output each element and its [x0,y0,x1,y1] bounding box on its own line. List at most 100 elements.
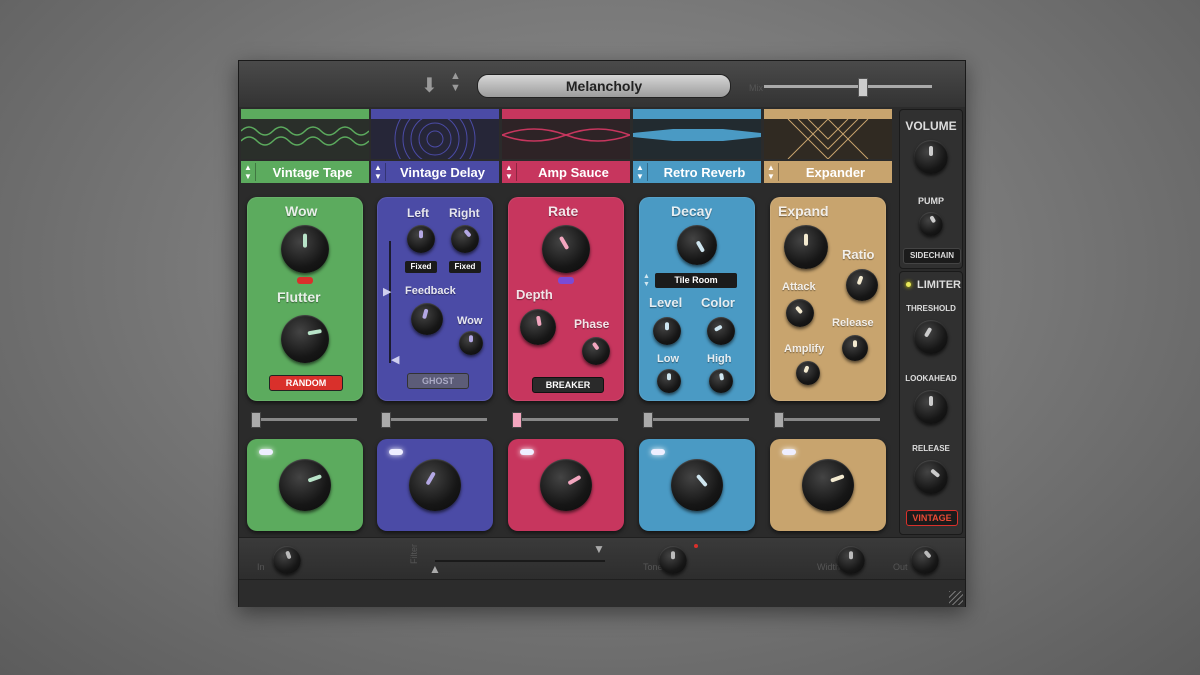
threshold-knob[interactable] [914,320,948,354]
breaker-button[interactable]: BREAKER [532,377,604,393]
slider-thumb[interactable] [381,412,391,428]
module-header[interactable]: ▲ ▼ Vintage Tape [241,161,369,183]
room-selector[interactable]: Tile Room [655,273,737,288]
module-slider[interactable] [643,412,749,428]
module-bottom-panel [770,439,886,531]
pump-knob[interactable] [919,212,943,236]
volume-section: VOLUME PUMP SIDECHAIN [899,109,963,269]
release-label: Release [832,317,874,329]
reorder-arrows-icon[interactable]: ▲ ▼ [764,163,779,181]
slider-thumb[interactable] [774,412,784,428]
reorder-arrows-icon[interactable]: ▲ ▼ [241,163,256,181]
resize-handle-icon[interactable] [949,591,963,605]
knob-indicator [425,471,436,486]
preset-nav-arrows[interactable]: ▲ ▼ [450,70,461,94]
module-header[interactable]: ▲ ▼ Vintage Delay [371,161,499,183]
knob-indicator [713,324,723,332]
volume-knob[interactable] [914,140,948,174]
filter-range-slider[interactable] [435,560,605,562]
preset-next-icon[interactable]: ▼ [450,82,461,94]
preset-selector[interactable]: Melancholy [477,74,731,98]
attack-knob[interactable] [786,299,814,327]
width-knob[interactable] [837,546,865,574]
module-mix-knob[interactable] [540,459,592,511]
wow-knob[interactable] [281,225,329,273]
knob-indicator [794,305,804,315]
slider-thumb[interactable] [643,412,653,428]
led-indicator [259,449,273,455]
room-arrows-icon[interactable]: ▲ ▼ [643,273,650,289]
lookahead-knob[interactable] [914,390,948,424]
phase-knob[interactable] [582,337,610,365]
module-slider[interactable] [251,412,357,428]
reorder-arrows-icon[interactable]: ▲ ▼ [633,163,648,181]
module-slider[interactable] [774,412,880,428]
expand-knob[interactable] [784,225,828,269]
module-mix-knob[interactable] [279,459,331,511]
slider-thumb[interactable] [512,412,522,428]
color-knob[interactable] [707,317,735,345]
module-header[interactable]: ▲ ▼ Retro Reverb [633,161,761,183]
ratio-knob[interactable] [846,269,878,301]
module-header[interactable]: ▲ ▼ Amp Sauce [502,161,630,183]
download-icon[interactable]: ⬇ [421,73,438,98]
feedback-slider-track[interactable] [389,241,391,363]
release-knob[interactable] [842,335,868,361]
reorder-arrows-icon[interactable]: ▲ ▼ [371,163,386,181]
amplify-knob[interactable] [796,361,820,385]
filter-low-handle-icon[interactable]: ▲ [429,562,441,576]
toggle-switch[interactable] [558,277,574,284]
right-knob[interactable] [451,225,479,253]
expand-label: Expand [778,203,829,219]
sidechain-button[interactable]: SIDECHAIN [903,248,961,264]
slider-arrow-icon[interactable]: ▶ [383,285,391,298]
module-mix-knob[interactable] [802,459,854,511]
vintage-button[interactable]: VINTAGE [906,510,958,526]
flutter-knob[interactable] [281,315,329,363]
mix-slider-thumb[interactable] [858,78,868,97]
knob-indicator [923,327,933,338]
module-bottom-panel [508,439,624,531]
module-name: Expander [805,164,866,180]
module-header[interactable]: ▲ ▼ Expander [764,161,892,183]
module-panel: Wow Flutter RANDOM [247,197,363,401]
toggle-switch[interactable] [297,277,313,284]
left-mode-badge[interactable]: Fixed [405,261,437,273]
knob-indicator [719,372,725,381]
tone-knob[interactable] [659,546,687,574]
module-slider[interactable] [512,412,618,428]
level-knob[interactable] [653,317,681,345]
release-knob[interactable] [914,460,948,494]
decay-knob[interactable] [677,225,717,265]
rate-knob[interactable] [542,225,590,273]
knob-indicator [419,230,423,239]
knob-indicator [307,474,323,483]
knob-indicator [930,468,941,478]
module-slider[interactable] [381,412,487,428]
module-mix-knob[interactable] [409,459,461,511]
filter-high-handle-icon[interactable]: ▼ [593,542,605,556]
wow-knob[interactable] [459,331,483,355]
output-knob[interactable] [911,546,939,574]
knob-indicator [849,551,853,560]
depth-knob[interactable] [520,309,556,345]
knob-indicator [285,550,292,560]
right-mode-badge[interactable]: Fixed [449,261,481,273]
ghost-button[interactable]: GHOST [407,373,469,389]
high-knob[interactable] [709,369,733,393]
slider-thumb[interactable] [251,412,261,428]
random-button[interactable]: RANDOM [269,375,343,391]
slider-arrow-icon[interactable]: ◀ [391,353,399,366]
module-mix-knob[interactable] [671,459,723,511]
waveform-strip [371,109,499,159]
input-knob[interactable] [273,546,301,574]
left-label: Left [407,206,429,220]
left-knob[interactable] [407,225,435,253]
feedback-knob[interactable] [411,303,443,335]
low-knob[interactable] [657,369,681,393]
preset-prev-icon[interactable]: ▲ [450,70,461,82]
module-panel: ▶ ◀ Left Right Fixed Fixed Feedback Wow … [377,197,493,401]
mix-slider[interactable] [764,78,932,97]
reorder-arrows-icon[interactable]: ▲ ▼ [502,163,517,181]
module-name: Amp Sauce [538,164,609,180]
